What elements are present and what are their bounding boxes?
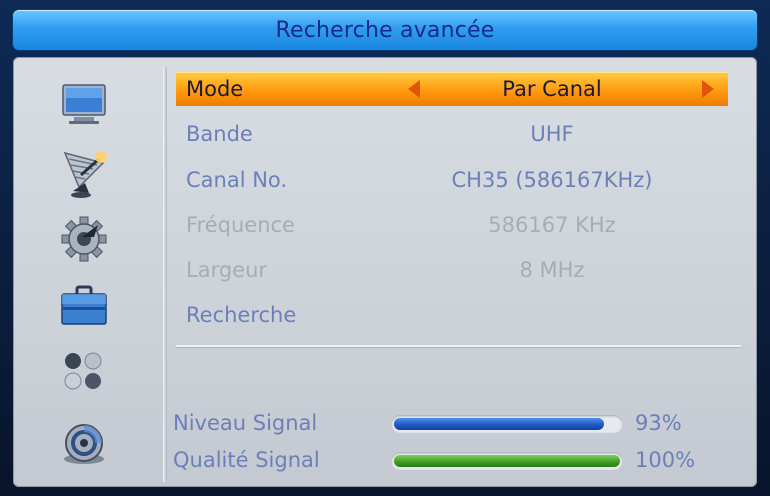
signal-level-label: Niveau Signal	[173, 411, 318, 435]
toolbox-icon[interactable]	[59, 283, 109, 329]
signal-level-bar	[391, 415, 623, 433]
signal-quality: Qualité Signal 100%	[173, 446, 743, 476]
mode-label: Mode	[186, 77, 244, 101]
menu-row-recherche[interactable]: Recherche	[176, 298, 728, 332]
arrow-right-icon[interactable]	[702, 80, 714, 98]
menu-row-bande[interactable]: Bande UHF	[176, 117, 728, 151]
menu-row-largeur: Largeur 8 MHz	[176, 253, 728, 287]
games-icon[interactable]	[59, 349, 109, 395]
canal-label: Canal No.	[186, 168, 288, 192]
title-bar: Recherche avancée	[13, 10, 757, 50]
frequence-value: 586167 KHz	[488, 213, 616, 237]
arrow-left-icon[interactable]	[408, 80, 420, 98]
signal-level-fill	[394, 418, 605, 430]
frequence-label: Fréquence	[186, 213, 295, 237]
main-panel: Mode Par Canal Bande UHF Canal No. CH35 …	[13, 57, 757, 487]
menu-row-mode[interactable]: Mode Par Canal	[176, 72, 728, 106]
gear-icon[interactable]	[59, 215, 109, 262]
signal-level: Niveau Signal 93%	[173, 409, 743, 439]
signal-quality-fill	[394, 455, 620, 467]
menu-row-canal[interactable]: Canal No. CH35 (586167KHz)	[176, 163, 728, 197]
signal-quality-label: Qualité Signal	[173, 448, 320, 472]
screen: Recherche avancée Mode Par Canal Bande U…	[0, 0, 770, 496]
bande-label: Bande	[186, 122, 253, 146]
tv-icon[interactable]	[59, 81, 109, 127]
signal-quality-value: 100%	[635, 448, 696, 472]
page-title: Recherche avancée	[275, 17, 495, 43]
sidebar	[13, 57, 163, 487]
bande-value: UHF	[530, 122, 574, 146]
section-divider	[176, 345, 741, 347]
signal-level-value: 93%	[635, 411, 682, 435]
media-disc-icon[interactable]	[59, 419, 109, 465]
menu-row-frequence: Fréquence 586167 KHz	[176, 208, 728, 242]
recherche-label: Recherche	[186, 303, 297, 327]
largeur-label: Largeur	[186, 258, 268, 282]
largeur-value: 8 MHz	[519, 258, 585, 282]
signal-quality-bar	[391, 452, 623, 470]
mode-value: Par Canal	[502, 77, 602, 101]
canal-value: CH35 (586167KHz)	[451, 168, 653, 192]
sidebar-divider	[163, 67, 167, 482]
satellite-dish-icon[interactable]	[59, 147, 109, 198]
